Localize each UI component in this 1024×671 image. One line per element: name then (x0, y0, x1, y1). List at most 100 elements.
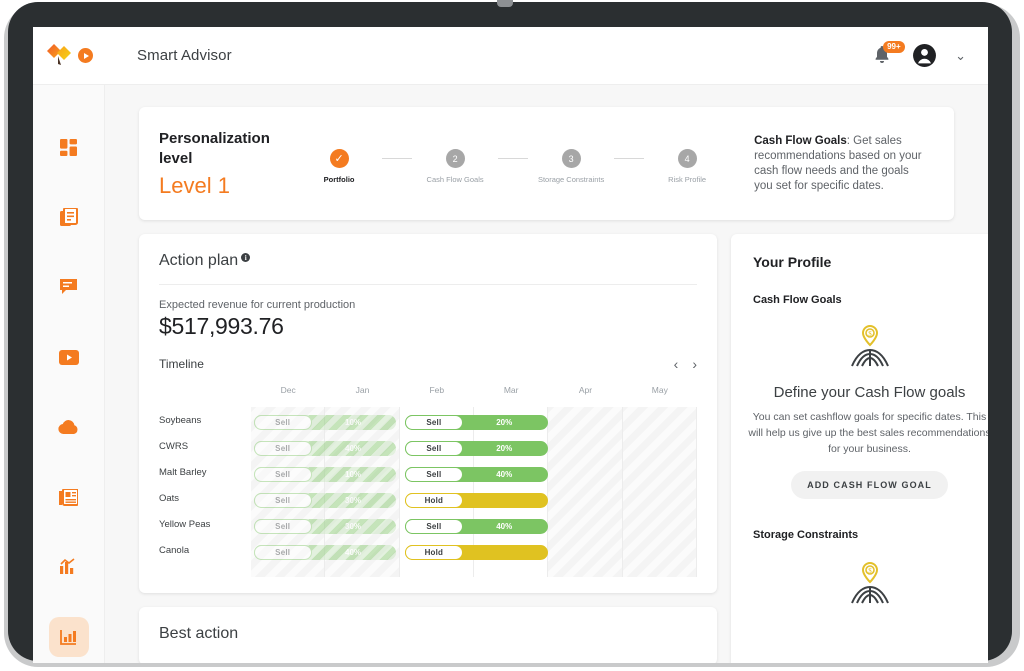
timeline-bar-row: Sell 40% Sell 20% (251, 437, 697, 463)
best-action-title: Best action (159, 625, 239, 642)
timeline-bar-sell[interactable]: Sell 10% (253, 415, 397, 430)
stepper-connector-3 (614, 158, 645, 159)
timeline-month-headers: Dec Jan Feb Mar Apr May (251, 381, 697, 407)
notifications-button[interactable]: 99+ (872, 40, 905, 68)
storage-empty-state: $ (753, 557, 986, 609)
timeline-month-label: May (651, 385, 668, 395)
timeline-bar-percent: 40% (496, 522, 513, 531)
timeline-bar-sell[interactable]: Sell 40% (404, 467, 548, 482)
best-action-card: Best action (139, 607, 717, 663)
personalization-card: Personalization level Level 1 ✓ Portfoli… (139, 107, 954, 220)
step-portfolio[interactable]: ✓ Portfolio (296, 149, 382, 184)
sidebar-item-markets[interactable] (49, 547, 89, 587)
personalization-level-value: Level 1 (159, 172, 230, 198)
main-content: Personalization level Level 1 ✓ Portfoli… (105, 85, 988, 663)
timeline-bar-percent: 40% (496, 470, 513, 479)
timeline-bar-percent: 20% (496, 444, 513, 453)
app-title: Smart Advisor (137, 47, 232, 64)
action-plan-title: Action plan (159, 252, 239, 269)
sidebar-item-news[interactable] (49, 477, 89, 517)
field-pin-storage-icon: $ (850, 561, 889, 604)
timeline-crop-label: Canola (159, 544, 190, 556)
step-risk-profile[interactable]: 4 Risk Profile (644, 149, 730, 184)
info-icon[interactable]: i (241, 253, 251, 262)
timeline-bar-action-pill: Sell (253, 467, 312, 482)
timeline-bar-row: Sell 30% Sell 40% (251, 515, 697, 541)
timeline-bar-sell[interactable]: Sell 20% (404, 415, 548, 430)
your-profile-panel: Your Profile Cash Flow Goals $ Define yo… (731, 234, 988, 663)
chart-down-icon (60, 630, 76, 645)
timeline-bar-sell[interactable]: Sell 10% (253, 467, 397, 482)
sidebar-item-documents[interactable] (49, 197, 89, 237)
stepper-description-bold: Cash Flow Goals (754, 134, 847, 147)
timeline-bar-sell[interactable]: Sell 30% (253, 493, 397, 508)
cash-flow-empty-description: You can set cashflow goals for specific … (748, 411, 988, 455)
timeline-bar-action-pill: Sell (404, 519, 463, 534)
app-logo[interactable] (33, 27, 105, 85)
timeline-bar-action-pill: Sell (253, 441, 312, 456)
your-profile-title: Your Profile (753, 254, 832, 270)
video-icon (58, 349, 79, 365)
timeline-crop-label: Soybeans (159, 414, 202, 426)
cloud-icon (58, 419, 78, 434)
stepper-connector-1 (382, 158, 413, 159)
timeline-nav: ‹ › (674, 357, 697, 371)
tablet-screen: Smart Advisor 99+ ⌄ Personalization leve… (33, 27, 988, 663)
step-cash-flow-goals-dot: 2 (445, 149, 465, 168)
timeline-bar-hold[interactable]: Hold (404, 545, 548, 560)
timeline-bar-row: Sell 30% Hold (251, 489, 697, 515)
cash-flow-empty-title: Define your Cash Flow goals (773, 384, 966, 401)
timeline-bar-sell[interactable]: Sell 30% (253, 519, 397, 534)
timeline-bar-sell[interactable]: Sell 40% (253, 441, 397, 456)
timeline-bar-row: Sell 40% Hold (251, 541, 697, 567)
play-badge-icon (78, 48, 93, 63)
timeline-prev-button[interactable]: ‹ (674, 357, 679, 371)
step-storage-constraints[interactable]: 3 Storage Constraints (528, 149, 614, 184)
timeline-chart-body: Sell 10% Sell 20% Sell 40% Sell 20% Sell 10% Sell 4… (251, 407, 697, 577)
step-cash-flow-goals[interactable]: 2 Cash Flow Goals (412, 149, 498, 184)
timeline-bar-percent: 30% (345, 522, 362, 531)
timeline-bar-action-pill: Hold (404, 493, 463, 508)
cash-flow-goals-heading: Cash Flow Goals (753, 294, 842, 306)
timeline-crop-label: Malt Barley (159, 466, 207, 478)
chat-icon (60, 279, 77, 294)
timeline-bar-hold[interactable]: Hold (404, 493, 548, 508)
timeline-month-label: Feb (429, 385, 445, 395)
timeline-crop-label: CWRS (159, 440, 189, 452)
timeline-next-button[interactable]: › (692, 357, 697, 371)
notification-count-badge: 99+ (883, 40, 905, 53)
step-cash-flow-goals-label: Cash Flow Goals (426, 175, 484, 184)
sidebar-item-video[interactable] (49, 337, 89, 377)
timeline-chart: Soybeans CWRS Malt Barley Oats Yellow Peas Ca… (159, 381, 697, 577)
left-column: Action plan i Expected revenue for curre… (139, 234, 717, 663)
personalization-label-line2: level (159, 149, 193, 167)
cash-flow-empty-state: $ Define your Cash Flow goals You can se… (748, 320, 988, 499)
sidebar-item-weather[interactable] (49, 407, 89, 447)
timeline-bar-sell[interactable]: Sell 40% (253, 545, 397, 560)
avatar[interactable] (912, 43, 937, 68)
sidebar-item-messages[interactable] (49, 267, 89, 307)
timeline-bar-rows: Sell 10% Sell 20% Sell 40% Sell 20% Sell 10% Sell 4… (251, 407, 697, 567)
logo-diamond-icon (47, 43, 71, 65)
timeline-month-label: Mar (503, 385, 519, 395)
sidebar-item-advisor[interactable] (48, 617, 89, 657)
storage-constraints-heading: Storage Constraints (753, 529, 859, 541)
main-row: Action plan i Expected revenue for curre… (139, 234, 988, 663)
tablet-camera (497, 0, 513, 7)
account-chevron-down-icon[interactable]: ⌄ (955, 48, 966, 64)
expected-revenue-value: $517,993.76 (159, 313, 284, 339)
personalization-label-line1: Personalization (159, 129, 270, 147)
step-storage-constraints-label: Storage Constraints (537, 175, 605, 184)
timeline-bar-row: Sell 10% Sell 40% (251, 463, 697, 489)
timeline-bar-percent: 30% (345, 496, 362, 505)
timeline-bar-sell[interactable]: Sell 40% (404, 519, 548, 534)
step-risk-profile-label: Risk Profile (668, 175, 707, 184)
stepper-description: Cash Flow Goals: Get sales recommendatio… (754, 134, 930, 194)
add-cash-flow-goal-button[interactable]: ADD CASH FLOW GOAL (791, 471, 948, 499)
timeline-bar-sell[interactable]: Sell 20% (404, 441, 548, 456)
sidebar-item-dashboard[interactable] (49, 127, 89, 167)
action-plan-card: Action plan i Expected revenue for curre… (139, 234, 717, 593)
grid-icon (60, 138, 77, 156)
bar-chart-icon (60, 558, 75, 574)
step-risk-profile-dot: 4 (677, 149, 697, 168)
